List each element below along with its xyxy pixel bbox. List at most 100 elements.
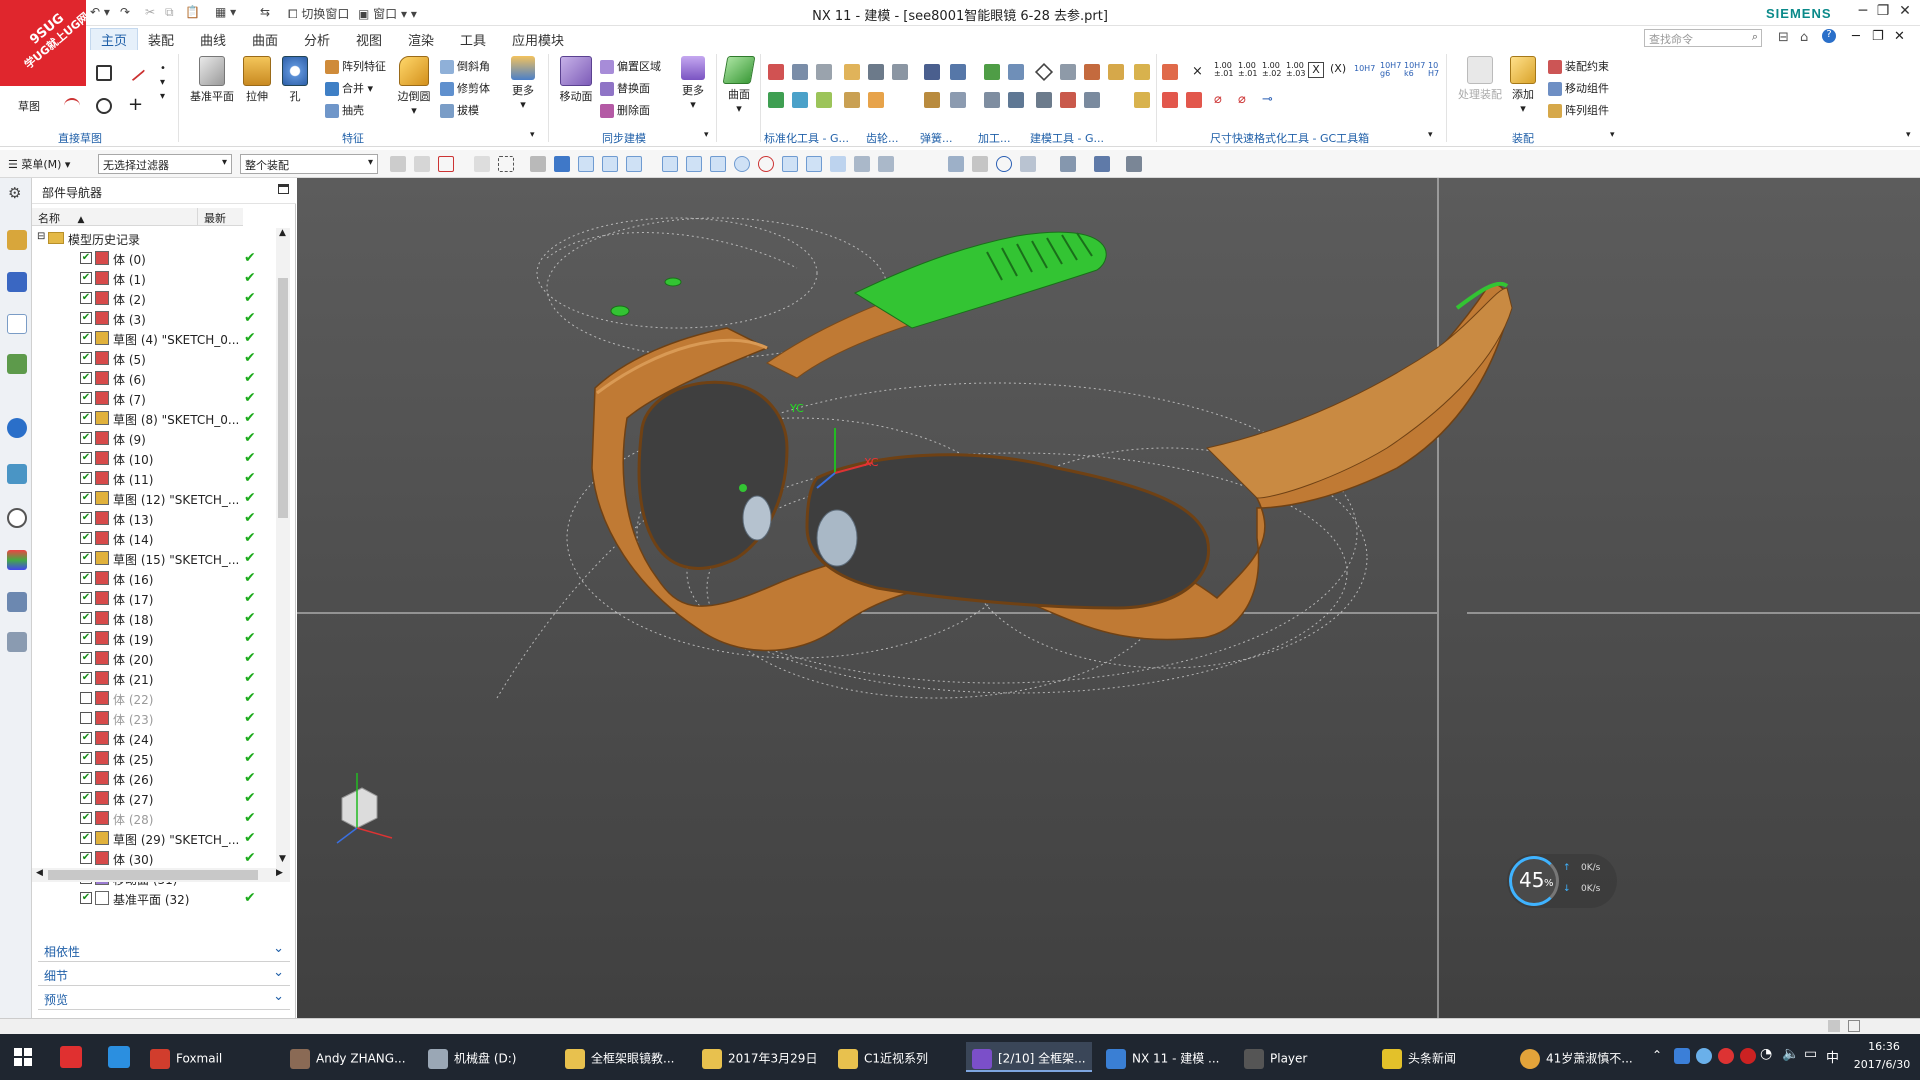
- chamfer-button[interactable]: 倒斜角: [440, 58, 490, 74]
- dim-tool-icon-7[interactable]: [1186, 92, 1202, 108]
- roles-icon[interactable]: [7, 632, 27, 652]
- dim-h7-icon-4[interactable]: 10 H7: [1428, 62, 1439, 78]
- graphics-window[interactable]: YC XC 45 % ↑ 0K/s ↓ 0K/s: [297, 178, 1920, 1018]
- visibility-checkbox[interactable]: ✔: [80, 292, 92, 304]
- selection-scope-select[interactable]: 整个装配: [240, 154, 378, 174]
- visibility-checkbox[interactable]: ✔: [80, 652, 92, 664]
- tab-render[interactable]: 渲染: [408, 30, 434, 49]
- network-speed-widget[interactable]: 45 % ↑ 0K/s ↓ 0K/s: [1507, 854, 1617, 908]
- tree-row[interactable]: ✔ 草图 (4) "SKETCH_0... ✔: [32, 328, 272, 348]
- gc-tool-icon-8[interactable]: [792, 92, 808, 108]
- feature-group-expand-icon[interactable]: ▾: [530, 130, 535, 140]
- task-andy-zhang[interactable]: Andy ZHANG...: [290, 1042, 406, 1072]
- visibility-checkbox[interactable]: ✔: [80, 252, 92, 264]
- scroll-right-icon[interactable]: ▶: [276, 868, 283, 878]
- visibility-checkbox[interactable]: ✔: [80, 852, 92, 864]
- assembly-constraint-button[interactable]: 装配约束: [1548, 58, 1609, 74]
- snap-icon-4[interactable]: [662, 156, 678, 172]
- dim-h7-icon-3[interactable]: 10H7 k6: [1404, 62, 1425, 78]
- history-icon[interactable]: [7, 508, 27, 528]
- visibility-checkbox[interactable]: ✔: [80, 412, 92, 424]
- tree-row[interactable]: ✔ 体 (27) ✔: [32, 788, 272, 808]
- visibility-checkbox[interactable]: ✔: [80, 572, 92, 584]
- tree-row[interactable]: ✔ 体 (9) ✔: [32, 428, 272, 448]
- view-icon-3[interactable]: [1020, 156, 1036, 172]
- point-icon[interactable]: +: [128, 94, 143, 115]
- tab-view[interactable]: 视图: [356, 30, 382, 49]
- visibility-checkbox[interactable]: ✔: [80, 512, 92, 524]
- tree-row[interactable]: ✔ 体 (1) ✔: [32, 268, 272, 288]
- tray-chevron-icon[interactable]: ⌃: [1652, 1048, 1662, 1062]
- sketch-more-icon[interactable]: • ▾ ▾: [160, 62, 166, 104]
- view-icon-4[interactable]: [1126, 156, 1142, 172]
- sync-more-button[interactable]: 更多 ▾: [676, 56, 710, 111]
- visibility-checkbox[interactable]: ✔: [80, 552, 92, 564]
- close-button[interactable]: ✕: [1894, 3, 1916, 23]
- gc-tool-icon-18[interactable]: [984, 92, 1000, 108]
- feature-more-button[interactable]: 更多 ▾: [506, 56, 540, 111]
- tab-home[interactable]: 主页: [90, 28, 139, 50]
- tree-row[interactable]: ✔ 体 (26) ✔: [32, 768, 272, 788]
- process-assembly-button[interactable]: 处理装配: [1452, 56, 1508, 102]
- task-folder-date[interactable]: 2017年3月29日: [702, 1042, 817, 1072]
- move-face-button[interactable]: 移动面: [554, 56, 598, 104]
- task-vs-fullframe[interactable]: [2/10] 全框架...: [966, 1042, 1092, 1072]
- offset-region-button[interactable]: 偏置区域: [600, 58, 661, 74]
- dim-h7-icon[interactable]: 10H7: [1354, 64, 1375, 73]
- toolbar-icon-7[interactable]: [554, 156, 570, 172]
- tree-row[interactable]: ✔ 体 (28) ✔: [32, 808, 272, 828]
- replace-face-button[interactable]: 替换面: [600, 80, 650, 96]
- ribbon-collapse-icon[interactable]: ⌂: [1800, 30, 1808, 45]
- scroll-up-icon[interactable]: ▲: [279, 228, 286, 238]
- toolbar-icon-9[interactable]: [854, 156, 870, 172]
- delete-face-button[interactable]: 删除面: [600, 102, 650, 118]
- visibility-checkbox[interactable]: ✔: [80, 612, 92, 624]
- tree-row[interactable]: ✔ 体 (14) ✔: [32, 528, 272, 548]
- status-icon-2[interactable]: [1848, 1020, 1860, 1032]
- visibility-checkbox[interactable]: [80, 692, 92, 704]
- task-folder-tutorial[interactable]: 全框架眼镜教...: [565, 1042, 674, 1072]
- notification-icon[interactable]: ▭: [1804, 1046, 1817, 1062]
- gc-tool-icon-9[interactable]: [816, 92, 832, 108]
- circle-icon[interactable]: [96, 98, 112, 114]
- shell-button[interactable]: 抽壳: [325, 102, 364, 118]
- move-component-button[interactable]: 移动组件: [1548, 80, 1609, 96]
- gc-tool-icon-5[interactable]: [868, 64, 884, 80]
- scroll-left-icon[interactable]: ◀: [36, 868, 43, 878]
- tree-row[interactable]: ✔ 体 (10) ✔: [32, 448, 272, 468]
- add-component-button[interactable]: 添加 ▾: [1508, 56, 1538, 115]
- gc-tool-icon-19[interactable]: [1008, 92, 1024, 108]
- navigator-hscrollbar[interactable]: ◀ ▶: [32, 868, 290, 882]
- visibility-checkbox[interactable]: ✔: [80, 332, 92, 344]
- unite-button[interactable]: 合并 ▾: [325, 80, 373, 96]
- gc-tool-icon-11[interactable]: [868, 92, 884, 108]
- gc-tool-icon-1[interactable]: [768, 64, 784, 80]
- rotate-view-icon[interactable]: [996, 156, 1012, 172]
- tab-tools[interactable]: 工具: [460, 30, 486, 49]
- gc-tool-icon-25[interactable]: [1084, 92, 1100, 108]
- visibility-checkbox[interactable]: ✔: [80, 892, 92, 904]
- visibility-checkbox[interactable]: ✔: [80, 632, 92, 644]
- diameter-icon-2[interactable]: ⌀: [1238, 92, 1246, 107]
- task-folder-c1[interactable]: C1近视系列: [838, 1042, 928, 1072]
- tree-row[interactable]: ✔ 体 (2) ✔: [32, 288, 272, 308]
- task-drive-d[interactable]: 机械盘 (D:): [428, 1042, 516, 1072]
- task-player[interactable]: Player: [1244, 1042, 1307, 1072]
- dim-tool-icon-4[interactable]: 1.00 ±.02: [1262, 62, 1281, 78]
- resource-bar-icon[interactable]: ⊟: [1778, 30, 1789, 45]
- minimize-button[interactable]: ─: [1852, 3, 1874, 23]
- tree-row[interactable]: ✔ 草图 (29) "SKETCH_... ✔: [32, 828, 272, 848]
- visibility-checkbox[interactable]: ✔: [80, 672, 92, 684]
- tree-row[interactable]: ✔ 体 (7) ✔: [32, 388, 272, 408]
- switch-window-button[interactable]: ⧠ 切换窗口: [288, 5, 349, 21]
- part-navigator-icon[interactable]: [7, 314, 27, 334]
- visibility-checkbox[interactable]: ✔: [80, 352, 92, 364]
- tree-row[interactable]: ✔ 体 (18) ✔: [32, 608, 272, 628]
- gc-tool-icon-16[interactable]: [984, 64, 1000, 80]
- copy-icon[interactable]: ⧉: [165, 5, 174, 21]
- visibility-checkbox[interactable]: ✔: [80, 372, 92, 384]
- tab-assembly[interactable]: 装配: [148, 30, 174, 49]
- dim-x-icon[interactable]: ×: [1192, 64, 1203, 79]
- column-header-latest[interactable]: 最新: [197, 208, 243, 226]
- gc-tool-icon-14[interactable]: [924, 92, 940, 108]
